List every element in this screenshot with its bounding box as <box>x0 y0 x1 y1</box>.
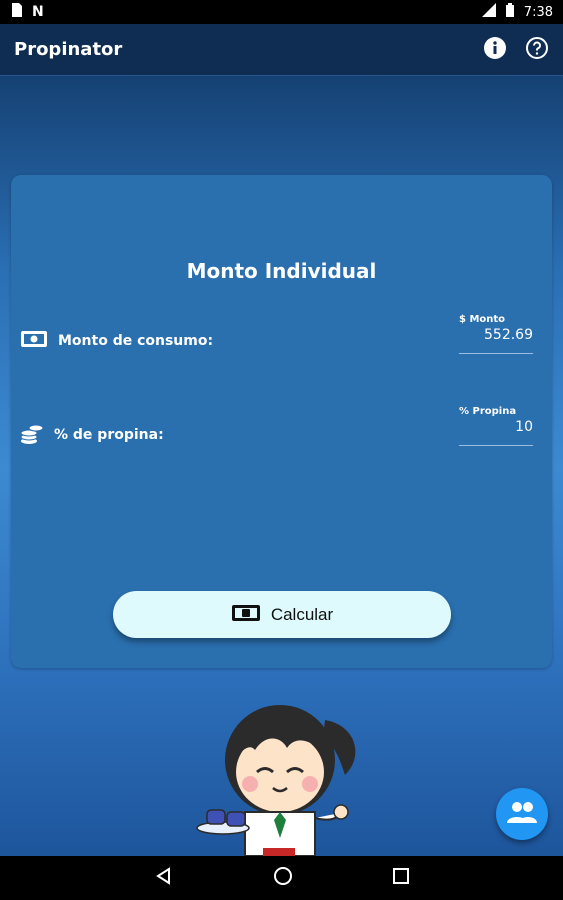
info-icon[interactable] <box>483 36 507 64</box>
monto-consumo-row: Monto de consumo: <box>20 330 213 352</box>
status-bar: N 7:38 <box>0 0 563 24</box>
monto-field-value[interactable]: 552.69 <box>459 327 533 343</box>
people-icon <box>507 801 537 827</box>
monto-consumo-label: Monto de consumo: <box>58 333 214 349</box>
propina-field-label: % Propina <box>459 406 517 417</box>
monto-field-label: $ Monto <box>459 314 506 325</box>
help-icon[interactable] <box>525 36 549 64</box>
signal-icon <box>481 3 496 21</box>
propina-field[interactable]: % Propina 10 <box>459 406 533 446</box>
propina-field-value[interactable]: 10 <box>459 419 533 435</box>
home-icon[interactable] <box>273 866 293 890</box>
system-navigation-bar <box>0 856 563 900</box>
monto-field[interactable]: $ Monto 552.69 <box>459 314 533 354</box>
group-fab-button[interactable] <box>496 788 548 840</box>
app-bar: Propinator <box>0 24 563 76</box>
propina-row: % de propina: <box>20 421 164 449</box>
card-title: Monto Individual <box>186 259 377 283</box>
back-icon[interactable] <box>155 867 173 889</box>
recent-apps-icon[interactable] <box>392 868 409 888</box>
calculator-card: Monto Individual Monto de consumo: $ Mon… <box>11 175 552 668</box>
notification-n-icon: N <box>32 4 44 20</box>
propina-label: % de propina: <box>54 427 164 443</box>
sd-card-icon <box>10 3 22 21</box>
app-title: Propinator <box>14 39 123 60</box>
calcular-button[interactable]: Calcular <box>113 591 451 638</box>
cash-icon <box>20 330 48 352</box>
waitress-mascot-illustration <box>195 700 365 857</box>
propina-field-underline <box>459 445 533 446</box>
calcular-button-label: Calcular <box>270 604 334 624</box>
coins-icon <box>20 421 44 449</box>
status-time: 7:38 <box>523 4 553 20</box>
monto-field-underline <box>459 353 533 354</box>
battery-icon <box>505 3 514 21</box>
cash-icon <box>231 604 261 626</box>
